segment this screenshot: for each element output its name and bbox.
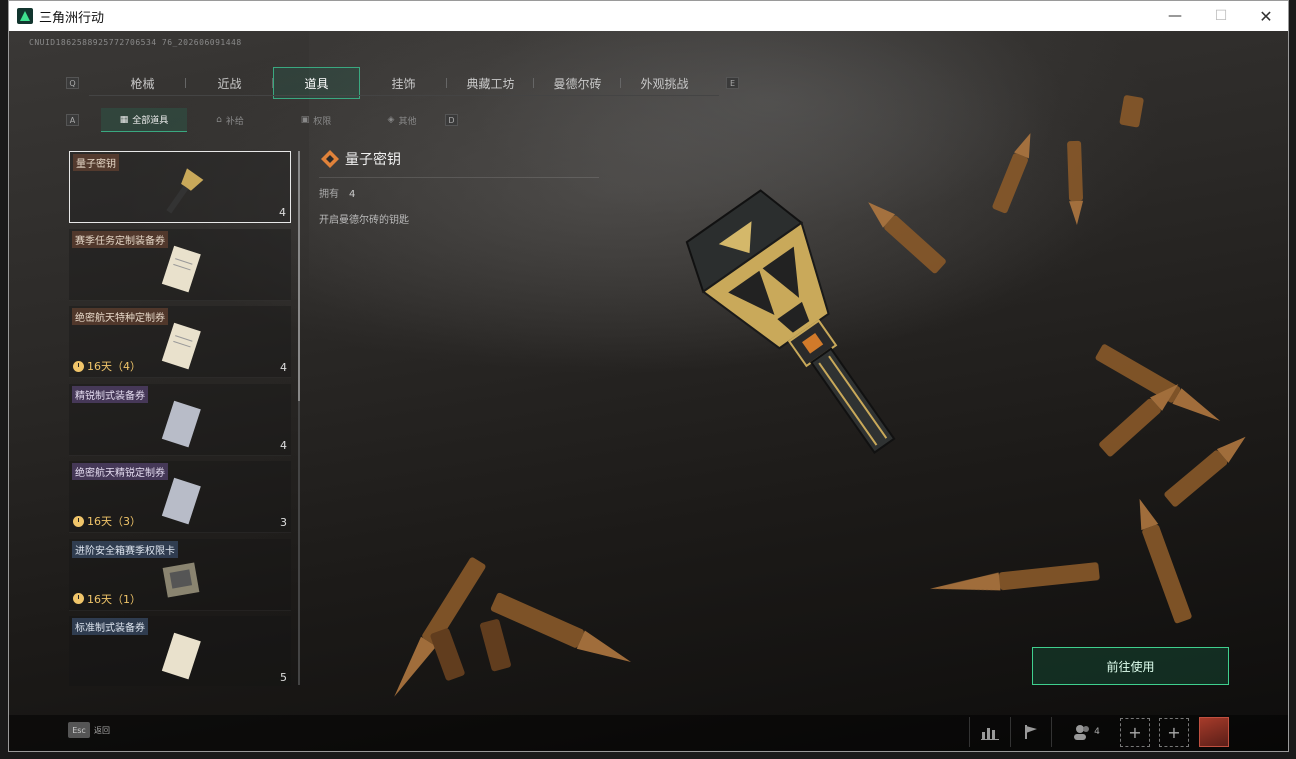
title-bar: 三角洲行动 — ☐ ✕ (9, 1, 1288, 31)
prev-tab-key[interactable]: Q (66, 77, 79, 89)
item-name: 标准制式装备券 (72, 618, 148, 635)
list-item[interactable]: 量子密钥 4 (69, 151, 291, 223)
item-count: 4 (279, 206, 286, 219)
detail-divider (319, 177, 599, 178)
next-subtab-key[interactable]: D (445, 114, 458, 126)
flag-button[interactable] (1010, 717, 1050, 747)
prev-subtab-key[interactable]: A (66, 114, 79, 126)
grid-icon: ▦ (119, 114, 129, 125)
voucher-thumbnail-icon (161, 322, 201, 370)
lock-icon: ▣ (300, 115, 310, 125)
subtab-all-items[interactable]: ▦ 全部道具 (101, 108, 187, 132)
clock-icon (73, 593, 84, 604)
detail-description: 开启曼德尔砖的钥匙 (319, 215, 409, 226)
friends-button[interactable]: 4 (1051, 717, 1121, 747)
bar-chart-icon (980, 728, 999, 740)
list-item[interactable]: 进阶安全箱赛季权限卡 16天（1） (69, 538, 291, 611)
game-viewport: CNUID1862588925772706534 76_202606091448… (9, 31, 1288, 751)
item-name: 赛季任务定制装备券 (72, 230, 168, 248)
timer-text: 16天（3） (87, 515, 141, 528)
avatar[interactable] (1199, 717, 1229, 747)
item-timer: 16天（1） (73, 591, 141, 607)
subtab-label: 全部道具 (132, 116, 169, 126)
tabs-divider (89, 95, 719, 96)
esc-key: Esc (68, 722, 90, 738)
app-logo-icon (17, 8, 33, 24)
detail-title: 量子密钥 (345, 152, 401, 168)
item-count: 3 (280, 516, 287, 529)
minimize-button[interactable]: — (1152, 1, 1198, 31)
maximize-button[interactable]: ☐ (1198, 1, 1244, 31)
list-item[interactable]: 绝密航天精锐定制券 16天（3） 3 (69, 461, 291, 533)
voucher-thumbnail-icon (161, 477, 201, 525)
detail-header: 量子密钥 (321, 149, 401, 169)
friends-count: 4 (1094, 727, 1100, 737)
player-uid: CNUID1862588925772706534 76_202606091448 (29, 38, 242, 47)
back-label: 返回 (94, 725, 110, 735)
add-teammate-button[interactable]: + (1120, 718, 1150, 747)
goto-use-button[interactable]: 前往使用 (1032, 647, 1229, 685)
close-button[interactable]: ✕ (1243, 1, 1289, 31)
list-item[interactable]: 精锐制式装备券 4 (69, 383, 291, 456)
quantum-key-art (685, 189, 896, 454)
subtab-supplies[interactable]: ⌂ 补给 (187, 108, 273, 132)
voucher-thumbnail-icon (161, 400, 201, 447)
voucher-thumbnail-icon (161, 632, 201, 680)
add-teammate-button[interactable]: + (1159, 718, 1189, 747)
subtab-label: 其他 (398, 116, 417, 127)
list-item[interactable]: 绝密航天特种定制券 16天（4） 4 (69, 306, 291, 378)
plus-icon: + (1167, 723, 1181, 742)
flag-icon (1024, 725, 1037, 739)
item-timer: 16天（4） (73, 358, 141, 374)
key-thumbnail-icon (166, 168, 204, 214)
next-tab-key[interactable]: E (726, 77, 739, 89)
item-name: 量子密钥 (73, 154, 119, 171)
clock-icon (73, 515, 84, 527)
item-name: 绝密航天精锐定制券 (72, 463, 168, 480)
item-count: 5 (280, 671, 287, 684)
list-item[interactable]: 标准制式装备券 5 (69, 616, 291, 686)
clock-icon (73, 360, 84, 372)
item-count: 4 (280, 361, 287, 374)
supplies-icon: ⌂ (216, 115, 222, 125)
item-list: 量子密钥 4 赛季任务定制装备券 绝密航天特种定制券 16天（4） 4 精锐制式… (69, 151, 291, 686)
item-count: 4 (280, 438, 287, 452)
game-window: 三角洲行动 — ☐ ✕ CNUID1862588925772706534 76_… (8, 0, 1289, 752)
subtab-permissions[interactable]: ▣ 权限 (273, 108, 359, 132)
subtab-label: 权限 (313, 116, 332, 127)
plus-icon: + (1128, 723, 1142, 742)
timer-text: 16天（4） (87, 360, 141, 373)
subtab-other[interactable]: ◈ 其他 (359, 108, 445, 132)
timer-text: 16天（1） (87, 592, 141, 606)
stats-button[interactable] (969, 717, 1009, 747)
back-button[interactable]: Esc 返回 (68, 722, 110, 738)
window-title: 三角洲行动 (39, 10, 105, 26)
owned-row: 拥有 4 (319, 185, 355, 200)
owned-value: 4 (349, 189, 356, 200)
item-name: 绝密航天特种定制券 (72, 308, 168, 325)
filter-subtabs: A ▦ 全部道具 ⌂ 补给 ▣ 权限 ◈ 其他 D (66, 108, 458, 132)
friends-icon (1074, 725, 1090, 740)
owned-label: 拥有 (319, 189, 339, 200)
voucher-thumbnail-icon (161, 245, 201, 292)
item-name: 精锐制式装备券 (72, 385, 148, 403)
other-icon: ◈ (387, 115, 395, 125)
item-timer: 16天（3） (73, 513, 141, 529)
rarity-diamond-icon (321, 150, 339, 168)
list-item[interactable]: 赛季任务定制装备券 (69, 228, 291, 301)
keycard-thumbnail-icon (162, 561, 200, 598)
list-scrollbar-thumb[interactable] (298, 151, 300, 401)
subtab-label: 补给 (225, 116, 244, 127)
